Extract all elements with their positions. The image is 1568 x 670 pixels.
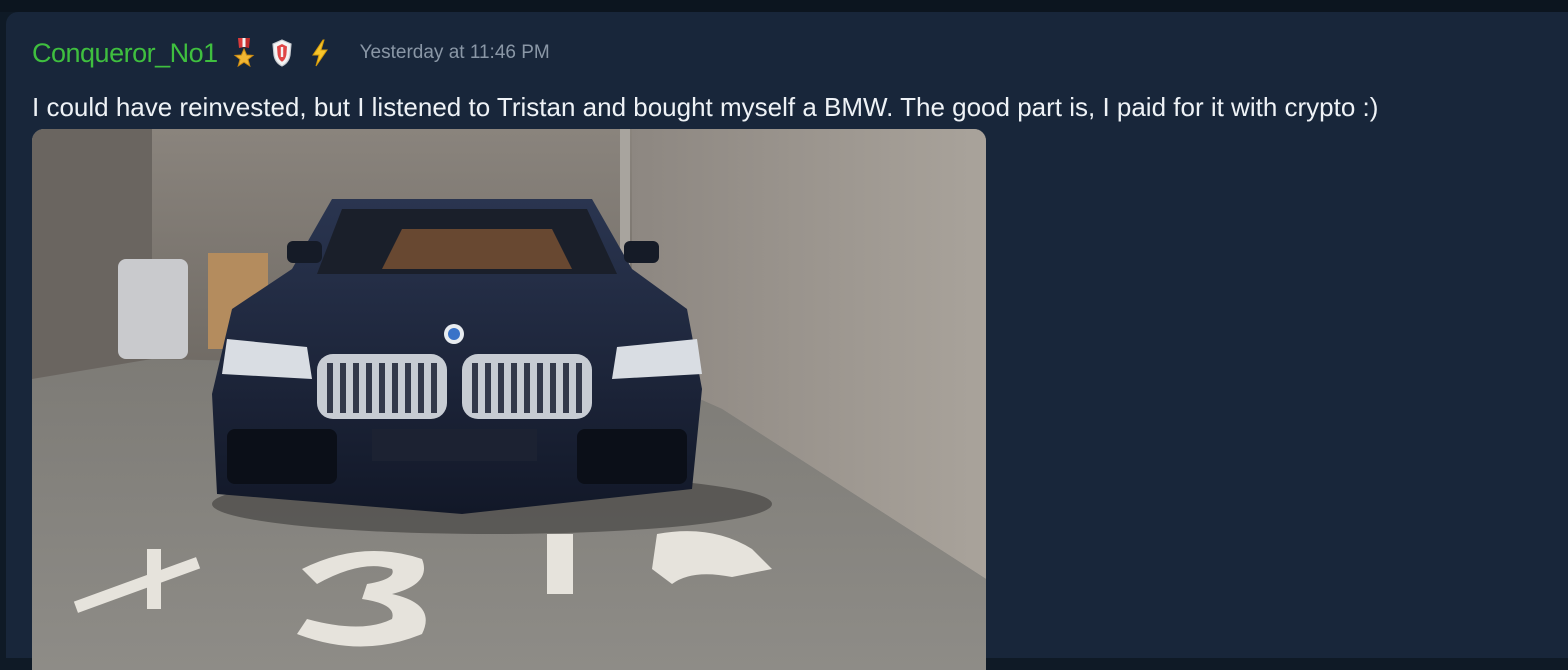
medal-icon[interactable] [232,38,256,68]
username[interactable]: Conqueror_No1 [32,38,218,69]
message-header: Conqueror_No1 Yesterday at 11:46 PM [32,36,550,70]
image-attachment[interactable] [32,129,986,670]
shield-icon[interactable] [270,38,294,68]
chat-message: Conqueror_No1 Yesterday at 11:46 PM I co… [6,12,1568,670]
timestamp: Yesterday at 11:46 PM [359,42,550,63]
top-divider [0,0,1568,12]
message-text: I could have reinvested, but I listened … [32,92,1379,122]
lightning-icon[interactable] [308,38,332,68]
